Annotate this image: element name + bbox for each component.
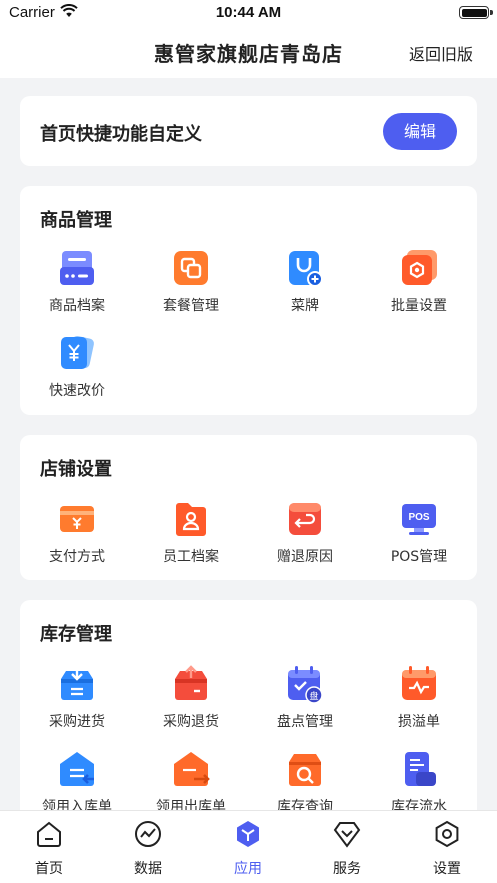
back-to-old-version-button[interactable]: 返回旧版 <box>409 41 473 65</box>
grid-item-payment[interactable]: 支付方式 <box>20 500 134 566</box>
store-section: 店铺设置 支付方式 员工档案 赠退原因 POS POS管理 <box>20 435 477 580</box>
grid-item-label: 损溢单 <box>398 714 440 730</box>
pos-icon: POS <box>400 500 438 538</box>
grid-item-loss-gain[interactable]: 损溢单 <box>362 665 476 731</box>
grid-item-return-reason[interactable]: 赠退原因 <box>248 500 362 566</box>
app-content[interactable]: 首页快捷功能自定义 编辑 商品管理 商品档案 套餐管理 菜牌 批量设置 快速改价… <box>0 78 497 810</box>
goods-section: 商品管理 商品档案 套餐管理 菜牌 批量设置 快速改价 <box>20 186 477 415</box>
grid-item-label: 套餐管理 <box>163 298 219 314</box>
grid-item-label: 批量设置 <box>391 298 447 314</box>
grid-item-package[interactable]: 套餐管理 <box>134 249 248 315</box>
tab-label: 首页 <box>35 861 63 877</box>
grid-item-quick-price[interactable]: 快速改价 <box>20 334 134 400</box>
payment-icon <box>58 500 96 538</box>
grid-item-label: 盘点管理 <box>277 714 333 730</box>
package-icon <box>172 249 210 287</box>
grid-item-menu-board[interactable]: 菜牌 <box>248 249 362 315</box>
grid-item-label: 库存查询 <box>277 799 333 810</box>
grid-item-label: 快速改价 <box>49 383 105 399</box>
grid-item-label: 菜牌 <box>291 298 319 314</box>
grid-item-label: 领用出库单 <box>156 799 226 810</box>
grid-item-warehouse-out[interactable]: 领用出库单 <box>134 750 248 810</box>
loss-gain-icon <box>400 665 438 703</box>
batch-settings-icon <box>400 249 438 287</box>
quick-function-card: 首页快捷功能自定义 编辑 <box>20 96 477 166</box>
grid-item-label: 采购退货 <box>163 714 219 730</box>
product-file-icon <box>58 249 96 287</box>
tab-label: 服务 <box>333 861 361 877</box>
store-section-title: 店铺设置 <box>40 459 112 480</box>
settings-icon <box>435 820 459 848</box>
tab-service[interactable]: 服务 <box>307 819 387 878</box>
warehouse-out-icon <box>172 750 210 788</box>
stock-section-title: 库存管理 <box>40 624 112 645</box>
stock-section: 库存管理 采购进货 采购退货 盘 盘点管理 损溢单 领用入库单 领用出库单 库存… <box>20 600 477 810</box>
home-icon <box>37 821 61 847</box>
stocktake-icon: 盘 <box>286 665 324 704</box>
tab-settings[interactable]: 设置 <box>407 819 487 878</box>
grid-item-label: 商品档案 <box>49 298 105 314</box>
battery-icon <box>459 6 493 19</box>
stock-flow-icon <box>400 750 438 788</box>
grid-item-label: 领用入库单 <box>42 799 112 810</box>
tab-label: 设置 <box>433 861 461 877</box>
status-bar: Carrier 10:44 AM <box>0 0 497 26</box>
tab-apps[interactable]: 应用 <box>208 819 288 878</box>
stocktake-badge-text: 盘 <box>309 690 318 702</box>
tab-label: 应用 <box>234 861 262 877</box>
goods-section-title: 商品管理 <box>40 210 112 231</box>
data-icon <box>135 821 161 847</box>
grid-item-purchase-in[interactable]: 采购进货 <box>20 665 134 731</box>
menu-board-icon <box>286 249 324 287</box>
service-icon <box>333 822 361 848</box>
grid-item-warehouse-in[interactable]: 领用入库单 <box>20 750 134 810</box>
staff-file-icon <box>172 500 210 538</box>
tab-home[interactable]: 首页 <box>9 819 89 878</box>
quick-function-title: 首页快捷功能自定义 <box>40 124 202 145</box>
tab-bar: 首页 数据 应用 服务 设置 <box>0 810 497 883</box>
clock: 10:44 AM <box>215 4 282 21</box>
apps-icon <box>237 821 259 847</box>
grid-item-purchase-return[interactable]: 采购退货 <box>134 665 248 731</box>
pos-badge-text: POS <box>408 512 429 523</box>
grid-item-label: POS管理 <box>390 549 448 565</box>
grid-item-label: 支付方式 <box>49 549 105 565</box>
grid-item-batch-settings[interactable]: 批量设置 <box>362 249 476 315</box>
return-reason-icon <box>286 500 324 538</box>
tab-data[interactable]: 数据 <box>108 819 188 878</box>
grid-item-staff-file[interactable]: 员工档案 <box>134 500 248 566</box>
grid-item-label: 库存流水 <box>391 799 447 810</box>
grid-item-label: 赠退原因 <box>277 549 333 565</box>
warehouse-in-icon <box>58 750 96 788</box>
grid-item-pos[interactable]: POS POS管理 <box>362 500 476 566</box>
grid-item-product-file[interactable]: 商品档案 <box>20 249 134 315</box>
stock-query-icon <box>286 750 324 788</box>
grid-item-stock-flow[interactable]: 库存流水 <box>362 750 476 810</box>
edit-button[interactable]: 编辑 <box>383 113 457 150</box>
tab-label: 数据 <box>134 861 162 877</box>
purchase-return-icon <box>172 665 210 703</box>
purchase-in-icon <box>58 665 96 703</box>
grid-item-stocktake[interactable]: 盘 盘点管理 <box>248 665 362 731</box>
grid-item-stock-query[interactable]: 库存查询 <box>248 750 362 810</box>
quick-price-icon <box>58 334 96 372</box>
grid-item-label: 员工档案 <box>163 549 219 565</box>
grid-item-label: 采购进货 <box>49 714 105 730</box>
nav-bar: 惠管家旗舰店青岛店 返回旧版 <box>0 26 497 78</box>
